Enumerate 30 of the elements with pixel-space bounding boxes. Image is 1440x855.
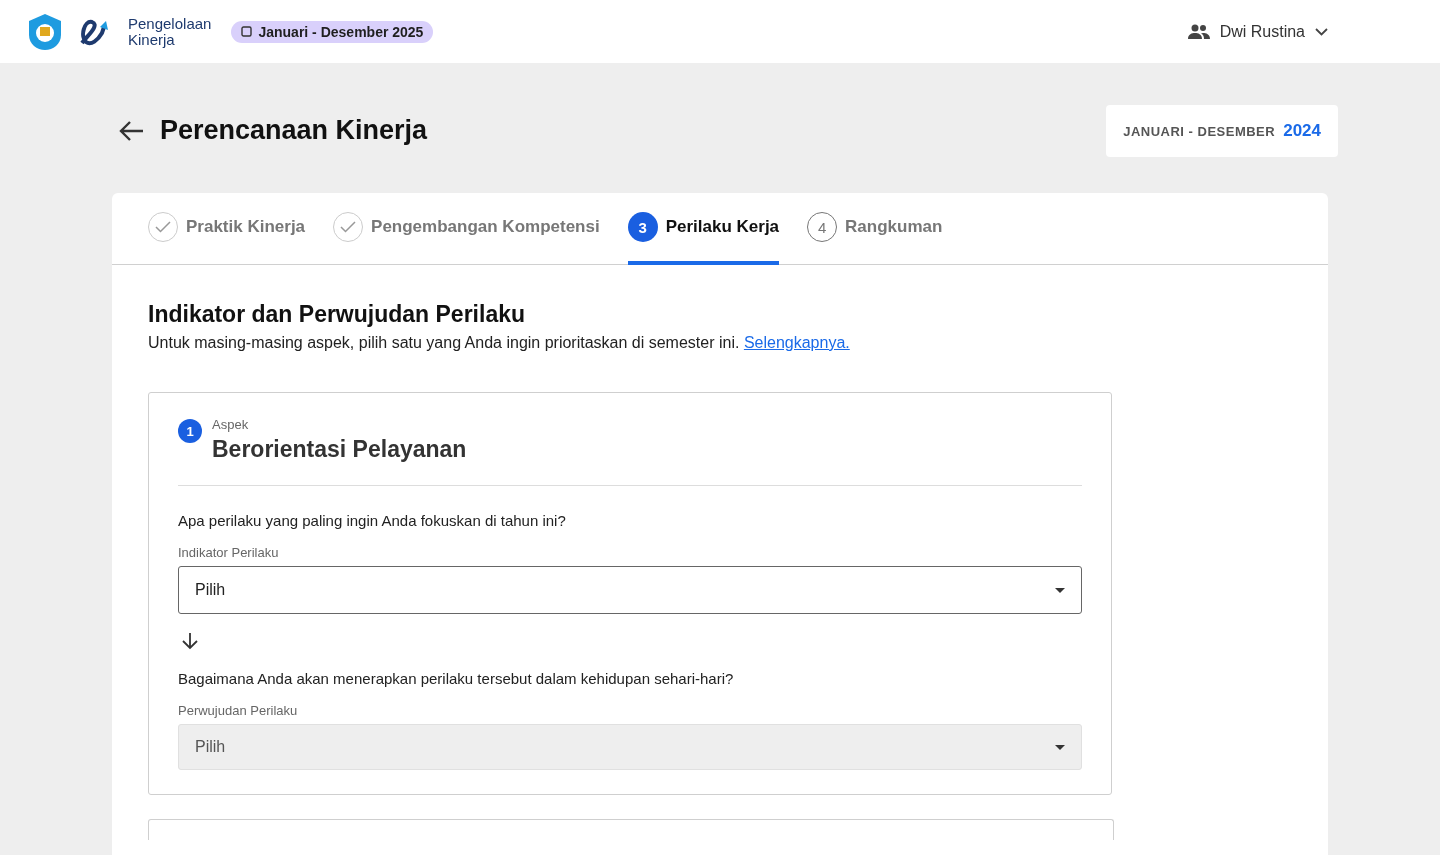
period-badge: Januari - Desember 2025 (231, 20, 434, 43)
user-menu[interactable]: Dwi Rustina (1181, 21, 1334, 42)
people-icon (1187, 24, 1210, 39)
section-title: Indikator dan Perwujudan Perilaku (148, 301, 527, 328)
caret-icon (1055, 587, 1065, 593)
period-year: 2024 (1283, 120, 1321, 141)
square-icon (241, 26, 253, 37)
back-arrow-icon[interactable] (118, 119, 144, 142)
learn-more-link[interactable]: Selengkapnya. (743, 334, 850, 351)
section-description: Untuk masing-masing aspek, pilih satu yang Anda ingin prioritaskan di semester ini. Selengkapnya. (148, 334, 851, 352)
caret-icon (1055, 744, 1065, 750)
period-label: JANUARI - DESEMBER (1123, 123, 1276, 139)
step-tab[interactable]: 3 Perilaku Kerja (627, 193, 780, 265)
field-label: Indikator Perilaku (178, 545, 280, 560)
step-tab[interactable]: Pengembangan Kompetensi (333, 193, 600, 265)
aspect-caption: Aspek (212, 417, 250, 432)
chevron-down-icon (1315, 27, 1328, 36)
field-label: Perwujudan Perilaku (178, 703, 299, 718)
step-number: 3 (627, 212, 658, 242)
question-text: Apa perilaku yang paling ingin Anda fokuskan di tahun ini? (178, 512, 567, 529)
emblem-logo-icon (26, 12, 64, 51)
aspect-name: Berorientasi Pelayanan (212, 436, 467, 463)
select-field[interactable]: Pilih (178, 566, 1082, 614)
step-tab[interactable]: Praktik Kinerja (148, 193, 306, 265)
down-arrow-icon (182, 632, 198, 650)
app-logo-text: Pengelolaan Kinerja (128, 15, 212, 48)
step-tab[interactable]: 4 Rangkuman (807, 193, 943, 265)
aspect-number: 1 (178, 419, 202, 443)
page-title: Perencanaan Kinerja (160, 115, 428, 146)
question-text: Bagaimana Anda akan menerapkan perilaku tersebut dalam kehidupan sehari-hari? (178, 670, 735, 687)
